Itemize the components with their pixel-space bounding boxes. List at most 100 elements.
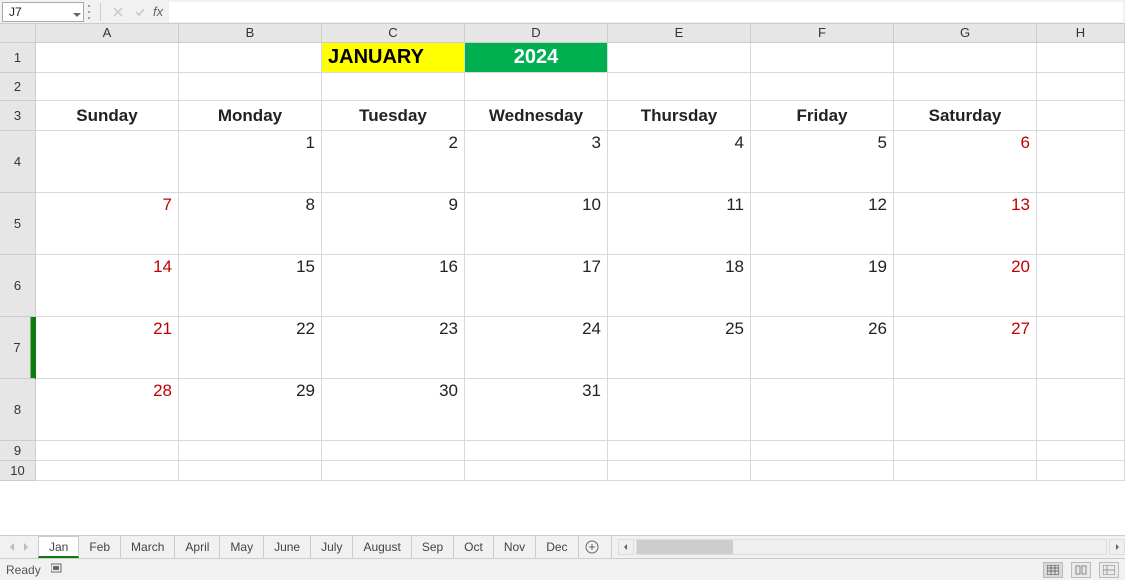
cell-f5[interactable]: 12 (751, 193, 894, 255)
weekday-tue[interactable]: Tuesday (322, 101, 465, 131)
tab-july[interactable]: July (311, 536, 353, 558)
cell-e9[interactable] (608, 441, 751, 461)
cancel-icon[interactable] (107, 2, 129, 22)
name-box[interactable]: J7 (2, 2, 84, 22)
cell-f9[interactable] (751, 441, 894, 461)
tab-march[interactable]: March (121, 536, 175, 558)
cell-d8[interactable]: 31 (465, 379, 608, 441)
cell-g2[interactable] (894, 73, 1037, 101)
cell-b8[interactable]: 29 (179, 379, 322, 441)
col-header-a[interactable]: A (36, 24, 179, 43)
col-header-g[interactable]: G (894, 24, 1037, 43)
cell-h7[interactable] (1037, 317, 1125, 379)
macro-record-icon[interactable] (51, 562, 65, 577)
weekday-mon[interactable]: Monday (179, 101, 322, 131)
cell-b7[interactable]: 22 (179, 317, 322, 379)
cell-f10[interactable] (751, 461, 894, 481)
row-header-5[interactable]: 5 (0, 193, 36, 255)
name-box-dropdown-icon[interactable] (73, 8, 81, 16)
view-normal-icon[interactable] (1043, 562, 1063, 578)
cell-f8[interactable] (751, 379, 894, 441)
cell-a6[interactable]: 14 (36, 255, 179, 317)
tab-nav-next-icon[interactable] (22, 543, 30, 551)
cell-f4[interactable]: 5 (751, 131, 894, 193)
tab-nav-prev-icon[interactable] (8, 543, 16, 551)
view-page-layout-icon[interactable] (1071, 562, 1091, 578)
cell-f7[interactable]: 26 (751, 317, 894, 379)
cell-h1[interactable] (1037, 43, 1125, 73)
cell-c10[interactable] (322, 461, 465, 481)
cell-c1-month[interactable]: JANUARY (322, 43, 465, 73)
cell-g6[interactable]: 20 (894, 255, 1037, 317)
cell-c5[interactable]: 9 (322, 193, 465, 255)
row-header-7[interactable]: 7 (0, 317, 36, 379)
enter-icon[interactable] (129, 2, 151, 22)
cell-d4[interactable]: 3 (465, 131, 608, 193)
cell-d1-year[interactable]: 2024 (465, 43, 608, 73)
cell-h9[interactable] (1037, 441, 1125, 461)
cell-a9[interactable] (36, 441, 179, 461)
cell-c2[interactable] (322, 73, 465, 101)
cell-a5[interactable]: 7 (36, 193, 179, 255)
formula-input[interactable] (169, 2, 1123, 22)
col-header-h[interactable]: H (1037, 24, 1125, 43)
scroll-left-icon[interactable] (618, 539, 634, 555)
cell-f6[interactable]: 19 (751, 255, 894, 317)
cell-a2[interactable] (36, 73, 179, 101)
cell-g8[interactable] (894, 379, 1037, 441)
cell-e1[interactable] (608, 43, 751, 73)
weekday-fri[interactable]: Friday (751, 101, 894, 131)
cell-b5[interactable]: 8 (179, 193, 322, 255)
cell-b4[interactable]: 1 (179, 131, 322, 193)
cell-a8[interactable]: 28 (36, 379, 179, 441)
row-header-10[interactable]: 10 (0, 461, 36, 481)
cell-d9[interactable] (465, 441, 608, 461)
row-header-6[interactable]: 6 (0, 255, 36, 317)
tab-oct[interactable]: Oct (454, 536, 494, 558)
cell-c7[interactable]: 23 (322, 317, 465, 379)
cell-h4[interactable] (1037, 131, 1125, 193)
cell-h5[interactable] (1037, 193, 1125, 255)
cell-d2[interactable] (465, 73, 608, 101)
weekday-sat[interactable]: Saturday (894, 101, 1037, 131)
cell-c8[interactable]: 30 (322, 379, 465, 441)
tab-nov[interactable]: Nov (494, 536, 536, 558)
cell-a1[interactable] (36, 43, 179, 73)
fx-label[interactable]: fx (151, 4, 169, 19)
cell-g7[interactable]: 27 (894, 317, 1037, 379)
row-header-3[interactable]: 3 (0, 101, 36, 131)
cell-g1[interactable] (894, 43, 1037, 73)
col-header-e[interactable]: E (608, 24, 751, 43)
cell-h6[interactable] (1037, 255, 1125, 317)
tab-april[interactable]: April (175, 536, 220, 558)
cell-b9[interactable] (179, 441, 322, 461)
cell-e10[interactable] (608, 461, 751, 481)
tab-august[interactable]: August (353, 536, 411, 558)
weekday-sun[interactable]: Sunday (36, 101, 179, 131)
cell-c9[interactable] (322, 441, 465, 461)
cell-e7[interactable]: 25 (608, 317, 751, 379)
cell-a7[interactable]: 21 (36, 317, 179, 379)
cell-f2[interactable] (751, 73, 894, 101)
cell-b1[interactable] (179, 43, 322, 73)
cell-a10[interactable] (36, 461, 179, 481)
cell-b10[interactable] (179, 461, 322, 481)
row-header-4[interactable]: 4 (0, 131, 36, 193)
cell-d6[interactable]: 17 (465, 255, 608, 317)
cell-g4[interactable]: 6 (894, 131, 1037, 193)
view-page-break-icon[interactable] (1099, 562, 1119, 578)
row-header-9[interactable]: 9 (0, 441, 36, 461)
col-header-b[interactable]: B (179, 24, 322, 43)
col-header-f[interactable]: F (751, 24, 894, 43)
row-header-2[interactable]: 2 (0, 73, 36, 101)
cell-e2[interactable] (608, 73, 751, 101)
cell-c4[interactable]: 2 (322, 131, 465, 193)
cell-h3[interactable] (1037, 101, 1125, 131)
select-all-corner[interactable] (0, 24, 36, 43)
cell-b2[interactable] (179, 73, 322, 101)
scroll-thumb[interactable] (637, 540, 733, 554)
weekday-wed[interactable]: Wednesday (465, 101, 608, 131)
cell-e6[interactable]: 18 (608, 255, 751, 317)
cell-e4[interactable]: 4 (608, 131, 751, 193)
cell-a4[interactable] (36, 131, 179, 193)
